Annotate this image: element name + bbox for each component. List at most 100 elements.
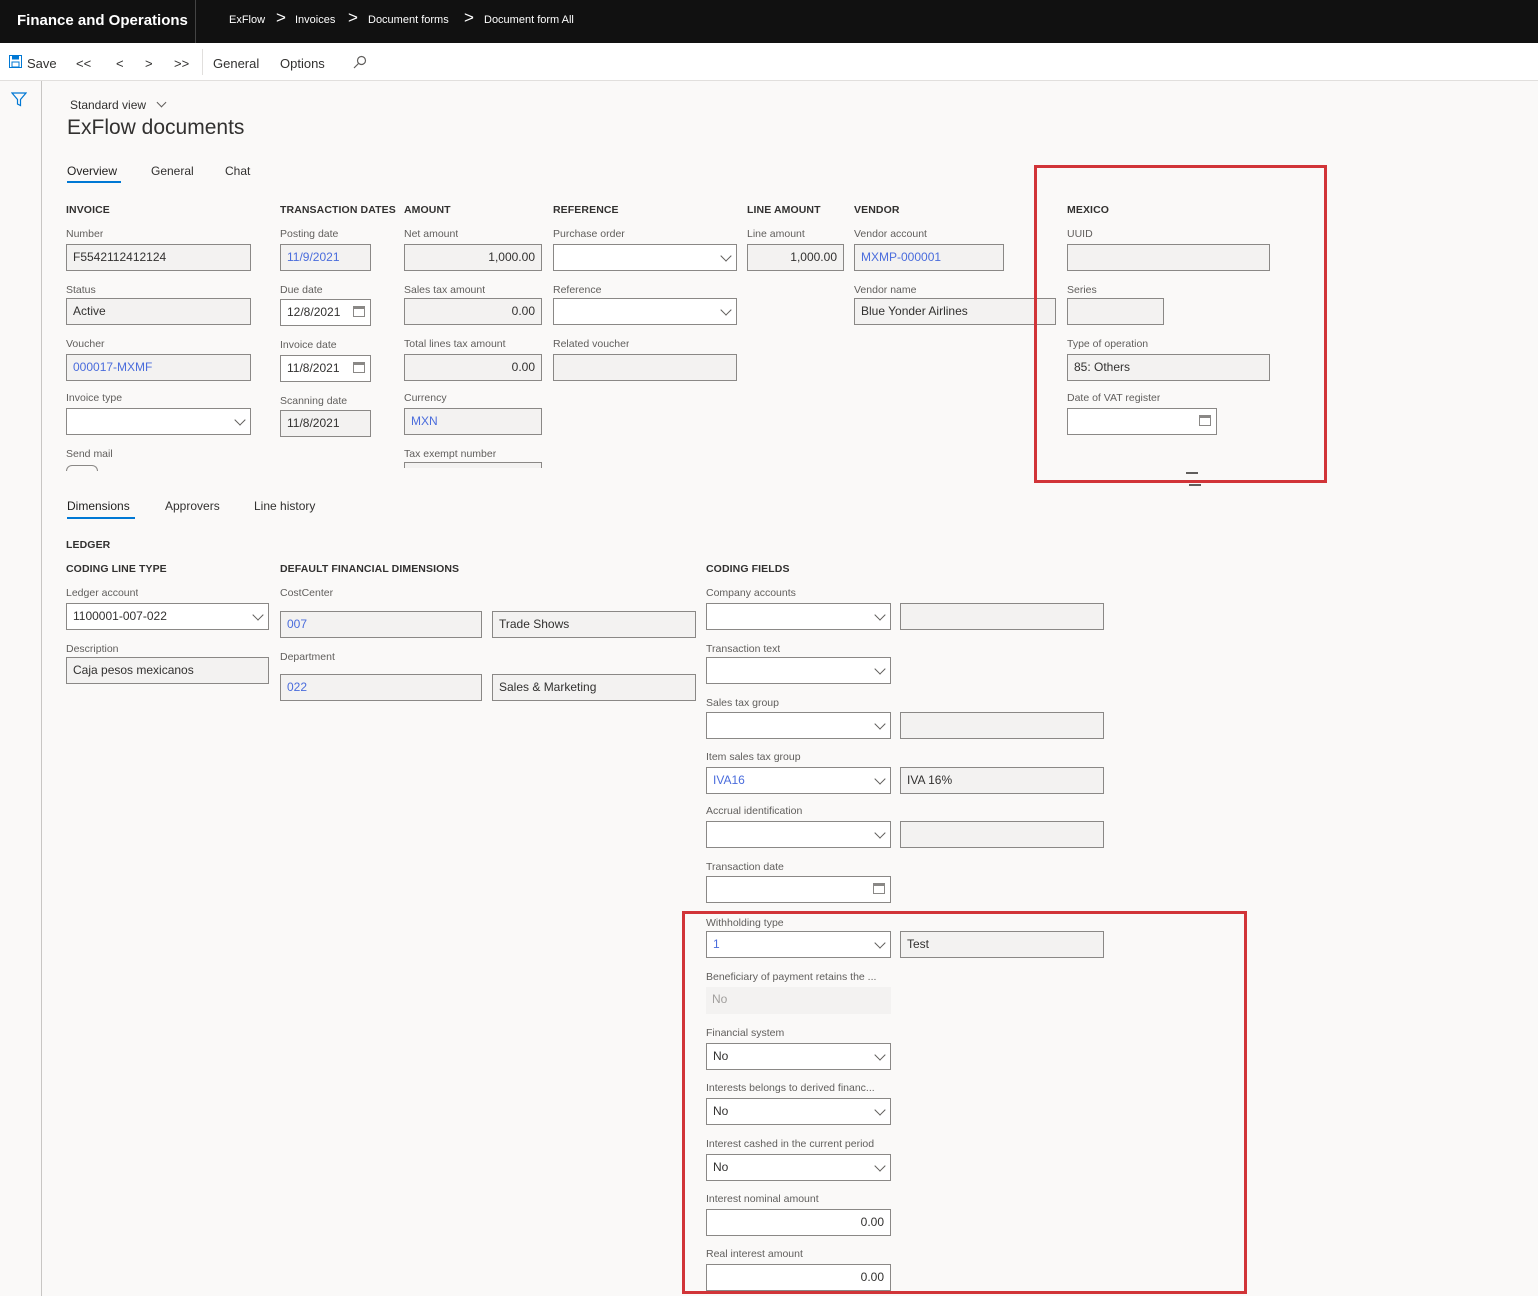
sales-tax-amount-field[interactable]: 0.00: [404, 298, 542, 325]
interest-cashed-select[interactable]: No: [706, 1154, 891, 1181]
financial-dimensions-heading: DEFAULT FINANCIAL DIMENSIONS: [280, 563, 460, 575]
invoice-date-label: Invoice date: [280, 339, 337, 351]
invoice-type-select[interactable]: [66, 408, 251, 435]
vendor-account-label: Vendor account: [854, 228, 927, 240]
chevron-down-icon: [252, 609, 264, 621]
sales-tax-group-select[interactable]: [706, 712, 891, 739]
item-sales-tax-group-select[interactable]: IVA16: [706, 767, 891, 794]
chevron-down-icon: [874, 773, 886, 785]
calendar-icon[interactable]: [1199, 415, 1211, 426]
interests-derived-label: Interests belongs to derived financ...: [706, 1082, 875, 1094]
purchase-order-select[interactable]: [553, 244, 737, 271]
department-field[interactable]: 022: [280, 674, 482, 701]
breadcrumb-document-forms[interactable]: Document forms: [368, 14, 449, 26]
chevron-down-icon[interactable]: [156, 97, 167, 108]
posting-date-label: Posting date: [280, 228, 339, 240]
related-voucher-field[interactable]: [553, 354, 737, 381]
scanning-date-field[interactable]: 11/8/2021: [280, 410, 371, 437]
breadcrumb-exflow[interactable]: ExFlow: [229, 14, 265, 26]
line-amount-section-heading: LINE AMOUNT: [747, 204, 821, 216]
series-field[interactable]: [1067, 298, 1164, 325]
status-field[interactable]: Active: [66, 298, 251, 325]
tax-exempt-label: Tax exempt number: [404, 448, 497, 460]
cost-center-field[interactable]: 007: [280, 611, 482, 638]
resize-handle[interactable]: [1189, 484, 1201, 486]
collapse-handle[interactable]: [1186, 472, 1198, 474]
tab-line-history[interactable]: Line history: [254, 499, 315, 513]
department-name-field: Sales & Marketing: [492, 674, 696, 701]
calendar-icon[interactable]: [353, 362, 365, 373]
send-mail-toggle[interactable]: [66, 465, 98, 471]
withholding-type-select[interactable]: 1: [706, 931, 891, 958]
uuid-field[interactable]: [1067, 244, 1270, 271]
chevron-down-icon: [874, 1049, 886, 1061]
last-record-button[interactable]: >>: [174, 56, 189, 71]
amount-section-heading: AMOUNT: [404, 204, 451, 216]
vendor-account-link[interactable]: MXMP-000001: [854, 244, 1004, 271]
save-button[interactable]: Save: [27, 56, 57, 71]
first-record-button[interactable]: <<: [76, 56, 91, 71]
coding-line-type-heading: CODING LINE TYPE: [66, 563, 167, 575]
options-menu-button[interactable]: Options: [280, 56, 325, 71]
tab-chat[interactable]: Chat: [225, 164, 250, 178]
interest-nominal-input[interactable]: 0.00: [706, 1209, 891, 1236]
calendar-icon[interactable]: [873, 883, 885, 894]
net-amount-label: Net amount: [404, 228, 459, 240]
type-of-operation-field[interactable]: 85: Others: [1067, 354, 1270, 381]
page-title: ExFlow documents: [67, 116, 245, 139]
company-accounts-select[interactable]: [706, 603, 891, 630]
accrual-identification-select[interactable]: [706, 821, 891, 848]
interests-derived-select[interactable]: No: [706, 1098, 891, 1125]
tab-approvers[interactable]: Approvers: [165, 499, 220, 513]
chevron-down-icon: [720, 304, 732, 316]
view-selector[interactable]: Standard view: [70, 98, 146, 112]
financial-system-label: Financial system: [706, 1027, 785, 1039]
ledger-account-select[interactable]: 1100001-007-022: [66, 603, 269, 630]
chevron-down-icon: [874, 663, 886, 675]
cost-center-label: CostCenter: [280, 587, 334, 599]
description-field[interactable]: Caja pesos mexicanos: [66, 657, 269, 684]
breadcrumb-separator: >: [276, 8, 286, 27]
number-field[interactable]: F5542112412124: [66, 244, 251, 271]
tab-overview[interactable]: Overview: [67, 164, 117, 178]
company-accounts-label: Company accounts: [706, 587, 796, 599]
currency-field[interactable]: MXN: [404, 408, 542, 435]
voucher-label: Voucher: [66, 338, 105, 350]
breadcrumb-document-form-all[interactable]: Document form All: [484, 14, 574, 26]
app-title[interactable]: Finance and Operations: [17, 12, 188, 29]
tab-general[interactable]: General: [151, 164, 194, 178]
transaction-date-picker[interactable]: [706, 876, 891, 903]
previous-record-button[interactable]: <: [116, 56, 124, 71]
vendor-name-field[interactable]: Blue Yonder Airlines: [854, 298, 1056, 325]
total-lines-tax-field[interactable]: 0.00: [404, 354, 542, 381]
search-icon[interactable]: [353, 55, 367, 69]
reference-select[interactable]: [553, 298, 737, 325]
posting-date-field[interactable]: 11/9/2021: [280, 244, 371, 271]
invoice-date-picker[interactable]: 11/8/2021: [280, 355, 371, 382]
left-rail: [0, 81, 42, 1296]
filter-icon[interactable]: [11, 92, 27, 107]
calendar-icon[interactable]: [353, 306, 365, 317]
voucher-link[interactable]: 000017-MXMF: [66, 354, 251, 381]
line-amount-label: Line amount: [747, 228, 805, 240]
next-record-button[interactable]: >: [145, 56, 153, 71]
beneficiary-field: No: [706, 987, 891, 1014]
tax-exempt-field[interactable]: [404, 462, 542, 468]
due-date-picker[interactable]: 12/8/2021: [280, 299, 371, 326]
vat-register-date-picker[interactable]: [1067, 408, 1217, 435]
reference-label: Reference: [553, 284, 602, 296]
real-interest-input[interactable]: 0.00: [706, 1264, 891, 1291]
general-menu-button[interactable]: General: [213, 56, 259, 71]
transaction-text-select[interactable]: [706, 657, 891, 684]
line-amount-field[interactable]: 1,000.00: [747, 244, 844, 271]
financial-system-select[interactable]: No: [706, 1043, 891, 1070]
chevron-down-icon: [874, 937, 886, 949]
breadcrumb-invoices[interactable]: Invoices: [295, 14, 335, 26]
tab-dimensions[interactable]: Dimensions: [67, 499, 130, 513]
save-icon[interactable]: [9, 55, 22, 68]
net-amount-field[interactable]: 1,000.00: [404, 244, 542, 271]
transaction-date-label: Transaction date: [706, 861, 784, 873]
series-label: Series: [1067, 284, 1097, 296]
interest-cashed-label: Interest cashed in the current period: [706, 1138, 875, 1150]
company-accounts-name-field: [900, 603, 1104, 630]
